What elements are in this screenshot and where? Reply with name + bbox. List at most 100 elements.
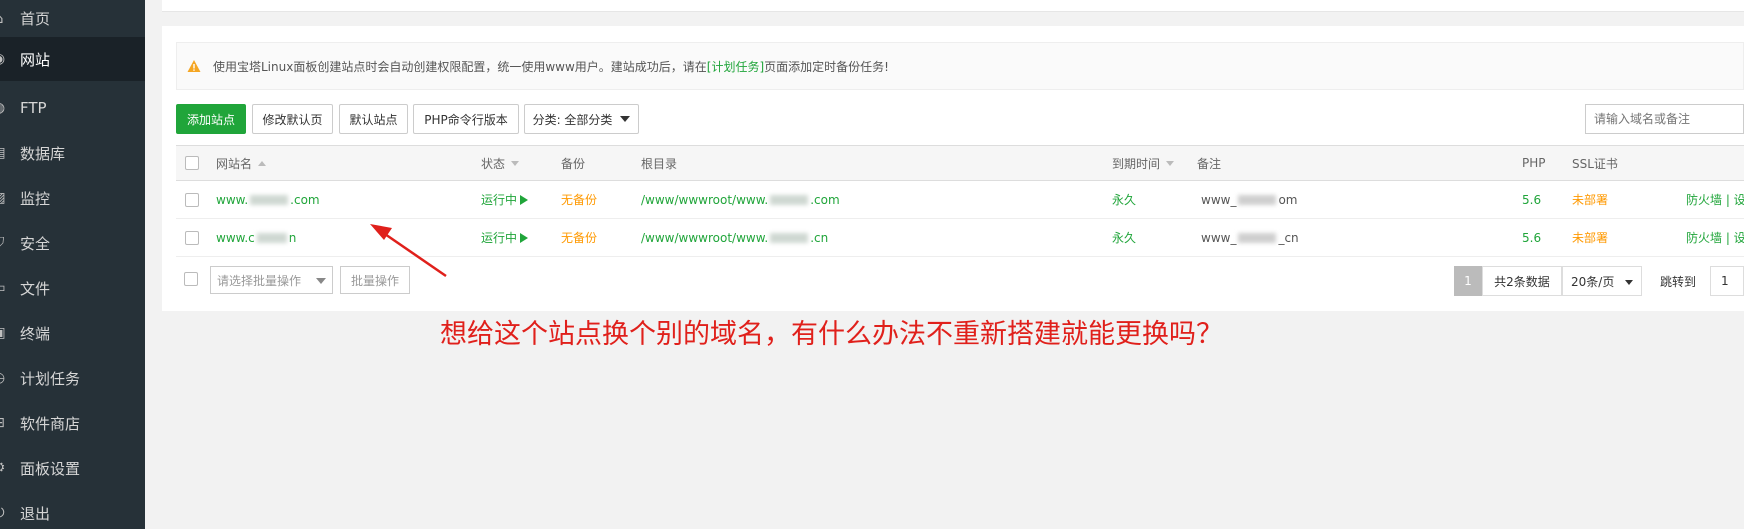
category-select[interactable]: 分类: 全部分类 — [524, 104, 639, 134]
logout-icon: ⏻ — [0, 504, 8, 522]
header-site-name[interactable]: 网站名 — [216, 146, 267, 180]
backup-status[interactable]: 无备份 — [561, 219, 597, 256]
expire-date[interactable]: 永久 — [1112, 219, 1136, 256]
row-actions[interactable]: 防火墙 | 设 — [1686, 219, 1744, 256]
sort-down-icon — [511, 160, 520, 166]
header-status[interactable]: 状态 — [481, 146, 520, 180]
sidebar-item-files[interactable]: ▭ 文件 — [0, 266, 145, 310]
sidebar-item-terminal[interactable]: ▣ 终端 — [0, 311, 145, 355]
sidebar-item-label: 监控 — [20, 189, 51, 208]
shield-icon: ⛉ — [0, 234, 8, 252]
site-name-link[interactable]: www. .com — [216, 181, 320, 218]
header-remark: 备注 — [1197, 156, 1222, 171]
database-icon: ▤ — [0, 144, 8, 162]
chevron-down-icon — [1625, 280, 1633, 285]
sidebar-item-website[interactable]: ◉ 网站 — [0, 37, 145, 81]
batch-action-button[interactable]: 批量操作 — [340, 266, 410, 294]
batch-action-placeholder: 请选择批量操作 — [217, 273, 302, 288]
sidebar-item-label: 计划任务 — [20, 369, 81, 388]
root-path-link[interactable]: /www/wwwroot/www. .cn — [641, 219, 828, 256]
sidebar-item-label: 安全 — [20, 234, 51, 253]
ssl-status[interactable]: 未部署 — [1572, 181, 1608, 218]
header-php: PHP — [1522, 156, 1546, 170]
site-name-link[interactable]: www.c n — [216, 219, 296, 256]
cron-link[interactable]: [计划任务] — [707, 60, 764, 74]
category-select-label: 分类: 全部分类 — [532, 112, 613, 127]
sidebar-item-store[interactable]: ⊞ 软件商店 — [0, 401, 145, 445]
batch-action-select[interactable]: 请选择批量操作 — [210, 266, 333, 294]
redacted-text — [770, 194, 809, 205]
remark-text[interactable]: www_ om — [1201, 181, 1297, 218]
header-expire[interactable]: 到期时间 — [1112, 146, 1175, 180]
header-root: 根目录 — [641, 156, 678, 171]
redacted-text — [256, 232, 287, 243]
add-site-button[interactable]: 添加站点 — [176, 104, 246, 134]
edit-default-page-button[interactable]: 修改默认页 — [252, 104, 333, 134]
php-version[interactable]: 5.6 — [1522, 181, 1541, 218]
sidebar-item-label: 数据库 — [20, 144, 66, 163]
ftp-icon: ◍ — [0, 99, 8, 117]
sidebar-item-label: 文件 — [20, 279, 51, 298]
page-jump-input[interactable]: 1 — [1710, 266, 1744, 296]
grid-icon: ⊞ — [0, 414, 8, 432]
sidebar-item-label: FTP — [20, 99, 47, 117]
search-input[interactable] — [1585, 104, 1744, 134]
table-row: www.c n 运行中 无备份 /www/wwwroot/www. .cn 永久 w… — [176, 219, 1744, 257]
sidebar-item-label: 软件商店 — [20, 414, 81, 433]
page-size-select[interactable]: 20条/页 — [1562, 266, 1642, 296]
root-path-link[interactable]: /www/wwwroot/www. .com — [641, 181, 840, 218]
play-icon — [520, 232, 529, 243]
terminal-icon: ▣ — [0, 324, 8, 342]
header-backup: 备份 — [561, 156, 586, 171]
chevron-down-icon — [316, 278, 326, 284]
notice-banner: 使用宝塔Linux面板创建站点时会自动创建权限配置，统一使用www用户。建站成功… — [176, 42, 1744, 90]
row-checkbox[interactable] — [185, 219, 199, 256]
sort-up-icon — [258, 160, 267, 166]
sidebar: ⌂ 首页 ◉ 网站 ◍ FTP ▤ 数据库 ▨ 监控 ⛉ 安全 ▭ 文件 ▣ 终… — [0, 0, 145, 529]
select-all-checkbox[interactable] — [185, 146, 199, 180]
row-actions[interactable]: 防火墙 | 设 — [1686, 181, 1744, 218]
sidebar-item-label: 面板设置 — [20, 459, 81, 478]
play-icon — [520, 194, 529, 205]
sidebar-item-settings[interactable]: ⚙ 面板设置 — [0, 446, 145, 490]
ssl-status[interactable]: 未部署 — [1572, 219, 1608, 256]
sidebar-item-label: 网站 — [20, 50, 51, 69]
table-header: 网站名 状态 备份 根目录 到期时间 备注 PHP SSL证书 — [176, 146, 1744, 181]
default-site-button[interactable]: 默认站点 — [339, 104, 408, 134]
php-cli-version-button[interactable]: PHP命令行版本 — [413, 104, 519, 134]
redacted-text — [1238, 194, 1277, 205]
sidebar-item-home[interactable]: ⌂ 首页 — [0, 0, 145, 37]
clock-icon: ◷ — [0, 369, 8, 387]
page-size-value: 20条/页 — [1571, 274, 1615, 289]
sidebar-item-cron[interactable]: ◷ 计划任务 — [0, 356, 145, 400]
sidebar-item-monitor[interactable]: ▨ 监控 — [0, 176, 145, 220]
status-running[interactable]: 运行中 — [481, 181, 529, 218]
sidebar-item-database[interactable]: ▤ 数据库 — [0, 131, 145, 175]
page-total-count: 共2条数据 — [1482, 266, 1562, 296]
sidebar-item-ftp[interactable]: ◍ FTP — [0, 86, 145, 130]
redacted-text — [770, 232, 809, 243]
row-checkbox[interactable] — [185, 181, 199, 218]
sidebar-item-label: 首页 — [20, 10, 51, 28]
sidebar-item-logout[interactable]: ⏻ 退出 — [0, 491, 145, 529]
sidebar-item-label: 退出 — [20, 504, 51, 523]
backup-status[interactable]: 无备份 — [561, 181, 597, 218]
redacted-text — [250, 194, 289, 205]
expire-date[interactable]: 永久 — [1112, 181, 1136, 218]
home-icon: ⌂ — [0, 10, 8, 28]
remark-text[interactable]: www_ _cn — [1201, 219, 1299, 256]
top-panel — [162, 0, 1744, 12]
page-current[interactable]: 1 — [1454, 266, 1482, 296]
batch-select-all-checkbox[interactable] — [184, 272, 198, 286]
status-running[interactable]: 运行中 — [481, 219, 529, 256]
folder-icon: ▭ — [0, 279, 8, 297]
sidebar-item-label: 终端 — [20, 324, 51, 343]
warning-icon — [187, 60, 201, 72]
annotation-text: 想给这个站点换个别的域名，有什么办法不重新搭建就能更换吗？ — [440, 319, 1223, 350]
globe-icon: ◉ — [0, 50, 8, 68]
sidebar-item-security[interactable]: ⛉ 安全 — [0, 221, 145, 265]
site-table: 网站名 状态 备份 根目录 到期时间 备注 PHP SSL证书 www. .com… — [176, 145, 1744, 257]
table-row: www. .com 运行中 无备份 /www/wwwroot/www. .com 永… — [176, 181, 1744, 219]
monitor-icon: ▨ — [0, 189, 8, 207]
php-version[interactable]: 5.6 — [1522, 219, 1541, 256]
